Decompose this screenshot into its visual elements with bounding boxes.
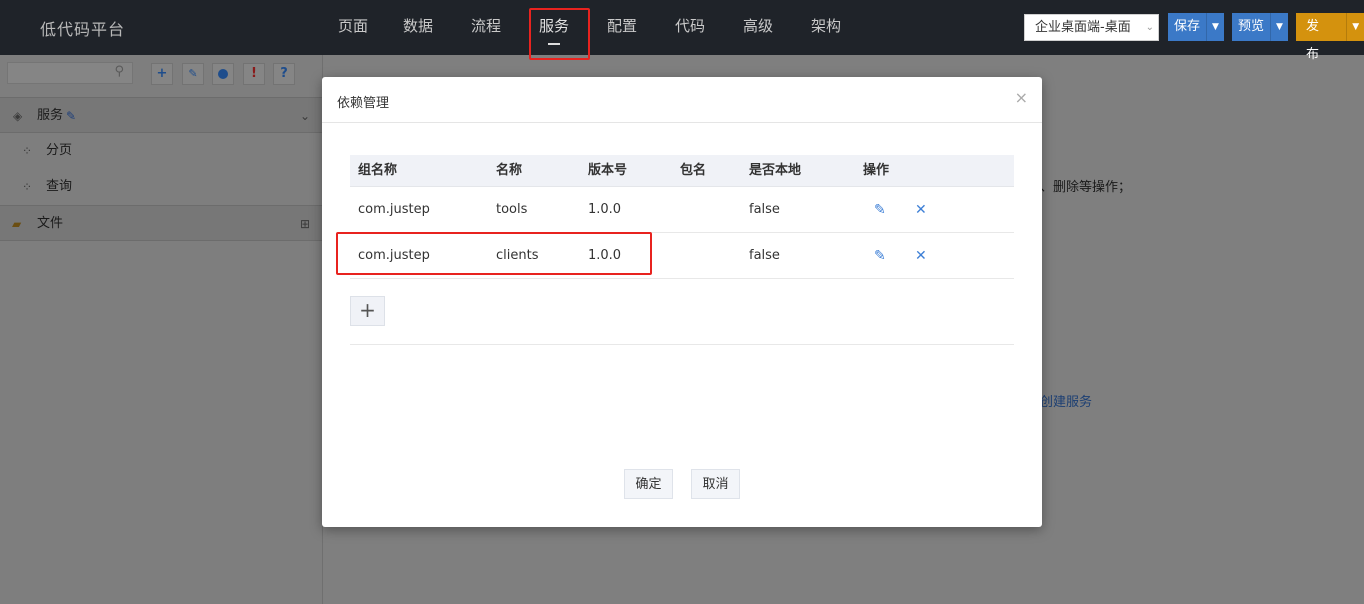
warning-icon[interactable]: ! — [243, 63, 265, 85]
column-header-package: 包名 — [680, 163, 707, 178]
nav-page[interactable]: 页面 — [322, 0, 384, 55]
column-header-group: 组名称 — [358, 163, 398, 178]
cell-group: com.justep — [358, 202, 430, 217]
close-icon[interactable]: × — [1015, 89, 1028, 107]
background-hint-text: 、删除等操作； — [1040, 180, 1132, 195]
chevron-down-icon[interactable]: ⌄ — [300, 98, 310, 134]
tree-section-file-label: 文件 — [37, 216, 64, 231]
cell-local: false — [749, 202, 780, 217]
publish-button-group: 发布 ▼ — [1296, 13, 1364, 62]
app-title: 低代码平台 — [40, 20, 126, 39]
top-bar: 低代码平台 页面 数据 流程 服务 配置 代码 高级 架构 企业桌面端-桌面 ⌄… — [0, 0, 1364, 62]
preview-button[interactable]: 预览 — [1232, 13, 1271, 41]
cancel-button[interactable]: 取消 — [691, 469, 740, 499]
nav-architecture[interactable]: 架构 — [792, 0, 860, 55]
grid-icon[interactable]: ⊞ — [300, 206, 310, 242]
dialog-divider — [322, 122, 1042, 123]
refresh-icon[interactable] — [212, 63, 234, 85]
delete-icon[interactable]: ✕ — [915, 233, 927, 279]
folder-icon: ▰ — [12, 217, 22, 231]
column-header-actions: 操作 — [863, 163, 890, 178]
dialog-title: 依赖管理 — [337, 96, 390, 111]
confirm-button[interactable]: 确定 — [624, 469, 673, 499]
tree-item-label: 查询 — [46, 179, 73, 194]
search-icon: ⚲ — [114, 64, 124, 79]
nav-advanced[interactable]: 高级 — [724, 0, 792, 55]
table-footer-divider — [350, 344, 1014, 345]
delete-icon[interactable]: ✕ — [915, 187, 927, 233]
nav-data[interactable]: 数据 — [384, 0, 452, 55]
layers-icon: ◈ — [13, 109, 23, 123]
tree-search-input[interactable]: ⚲ — [7, 62, 133, 84]
wrench-icon[interactable]: ✎ — [182, 63, 204, 85]
edit-icon[interactable]: ✎ — [874, 233, 886, 279]
tree-item-query[interactable]: ⁘ 查询 — [0, 169, 323, 205]
nav-code[interactable]: 代码 — [656, 0, 724, 55]
table-row: com.justep tools 1.0.0 false ✎ ✕ — [350, 187, 1014, 233]
add-dependency-button[interactable]: + — [350, 296, 385, 326]
nav-flow[interactable]: 流程 — [452, 0, 520, 55]
platform-select-value: 企业桌面端-桌面 — [1035, 20, 1131, 35]
tree-section-service[interactable]: ◈ 服务 ✎ ⌄ — [0, 97, 323, 133]
save-button[interactable]: 保存 — [1168, 13, 1207, 41]
column-header-local: 是否本地 — [749, 163, 802, 178]
left-panel: ⚲ + ✎ ! ? ◈ 服务 ✎ ⌄ ⁘ 分页 ⁘ 查询 ▰ 文件 ⊞ — [0, 55, 323, 604]
left-toolbar: ⚲ + ✎ ! ? — [0, 55, 322, 93]
save-button-group: 保存 ▼ — [1168, 13, 1225, 41]
edit-icon[interactable]: ✎ — [66, 98, 76, 134]
nav-config[interactable]: 配置 — [588, 0, 656, 55]
node-icon: ⁘ — [22, 180, 33, 194]
publish-button[interactable]: 发布 — [1296, 13, 1347, 62]
main-nav: 页面 数据 流程 服务 配置 代码 高级 架构 — [322, 0, 860, 55]
publish-dropdown-icon[interactable]: ▼ — [1346, 13, 1364, 41]
highlight-box-row — [336, 232, 652, 275]
platform-select[interactable]: 企业桌面端-桌面 ⌄ — [1024, 14, 1159, 41]
cell-local: false — [749, 248, 780, 263]
node-icon: ⁘ — [22, 144, 33, 158]
add-icon[interactable]: + — [151, 63, 173, 85]
edit-icon[interactable]: ✎ — [874, 187, 886, 233]
tree-section-service-label: 服务 — [37, 108, 64, 123]
column-header-version: 版本号 — [588, 163, 628, 178]
dependency-dialog: 依赖管理 × 组名称 名称 版本号 包名 是否本地 操作 com.justep … — [322, 77, 1042, 527]
table-header: 组名称 名称 版本号 包名 是否本地 操作 — [350, 155, 1014, 187]
tree-item-label: 分页 — [46, 143, 73, 158]
cell-name: tools — [496, 202, 528, 217]
tree-item-paging[interactable]: ⁘ 分页 — [0, 133, 323, 169]
save-dropdown-icon[interactable]: ▼ — [1206, 13, 1225, 41]
preview-button-group: 预览 ▼ — [1232, 13, 1289, 41]
preview-dropdown-icon[interactable]: ▼ — [1270, 13, 1289, 41]
highlight-box-nav — [529, 8, 590, 60]
chevron-down-icon: ⌄ — [1145, 22, 1154, 33]
cell-version: 1.0.0 — [588, 202, 622, 217]
column-header-name: 名称 — [496, 163, 523, 178]
create-service-link[interactable]: 创建服务 — [1040, 391, 1092, 410]
tree-section-file[interactable]: ▰ 文件 ⊞ — [0, 205, 323, 241]
help-icon[interactable]: ? — [273, 63, 295, 85]
